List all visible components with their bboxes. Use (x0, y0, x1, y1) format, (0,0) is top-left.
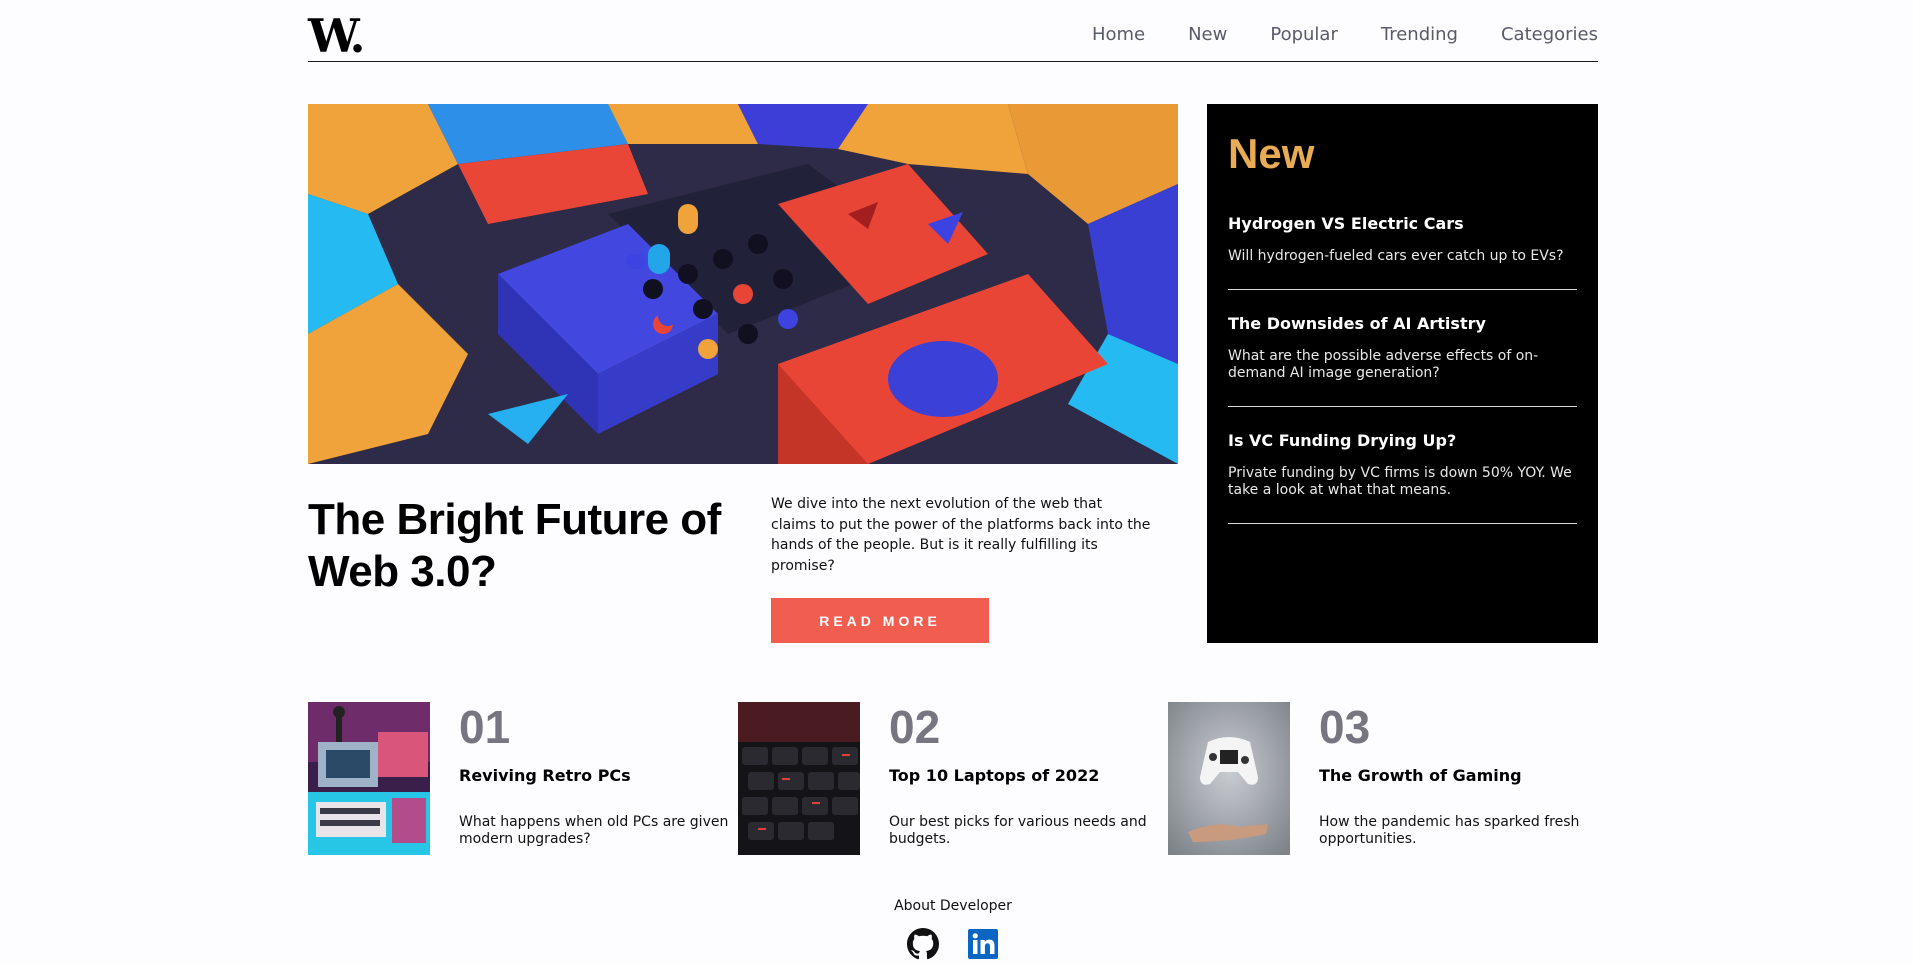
nav-new[interactable]: New (1188, 24, 1227, 45)
card-body: 01 Reviving Retro PCs What happens when … (459, 702, 738, 855)
site-header: W. Home New Popular Trending Categories (308, 0, 1598, 62)
card-number: 03 (1319, 701, 1371, 753)
github-icon[interactable] (907, 928, 939, 960)
new-item-text: Private funding by VC firms is down 50% … (1228, 465, 1572, 498)
new-panel: New Hydrogen VS Electric Cars Will hydro… (1207, 104, 1598, 643)
nav-trending[interactable]: Trending (1381, 24, 1458, 45)
article-card[interactable]: 02 Top 10 Laptops of 2022 Our best picks… (738, 702, 1168, 855)
card-number: 01 (459, 701, 511, 753)
new-item-text: Will hydrogen-fueled cars ever catch up … (1228, 248, 1564, 264)
laptop-keyboard-image (738, 702, 860, 855)
card-body: 02 Top 10 Laptops of 2022 Our best picks… (889, 702, 1168, 855)
new-item[interactable]: Is VC Funding Drying Up? Private funding… (1228, 431, 1577, 524)
article-card[interactable]: 03 The Growth of Gaming How the pandemic… (1168, 702, 1598, 855)
about-developer-label: About Developer (894, 898, 1012, 914)
card-description: How the pandemic has sparked fresh oppor… (1319, 814, 1580, 847)
page-wrapper: W. Home New Popular Trending Categories (308, 0, 1598, 960)
nav-popular[interactable]: Popular (1270, 24, 1338, 45)
card-body: 03 The Growth of Gaming How the pandemic… (1319, 702, 1598, 855)
hero-description: We dive into the next evolution of the w… (771, 496, 1151, 574)
article-card[interactable]: 01 Reviving Retro PCs What happens when … (308, 702, 738, 855)
hero-image (308, 104, 1178, 464)
site-logo[interactable]: W. (308, 13, 365, 59)
read-more-button[interactable]: READ MORE (771, 598, 989, 643)
linkedin-icon[interactable] (967, 928, 999, 960)
new-item[interactable]: The Downsides of AI Artistry What are th… (1228, 314, 1577, 407)
card-description: Our best picks for various needs and bud… (889, 814, 1147, 847)
card-title[interactable]: Top 10 Laptops of 2022 (889, 766, 1168, 786)
site-footer: About Developer (308, 898, 1598, 960)
social-links (308, 928, 1598, 960)
card-title[interactable]: Reviving Retro PCs (459, 766, 738, 786)
nav-home[interactable]: Home (1092, 24, 1145, 45)
card-title[interactable]: The Growth of Gaming (1319, 766, 1598, 786)
main-nav: Home New Popular Trending Categories (1092, 24, 1598, 45)
retro-pc-image (308, 702, 430, 855)
new-item[interactable]: Hydrogen VS Electric Cars Will hydrogen-… (1228, 214, 1577, 290)
new-item-title[interactable]: The Downsides of AI Artistry (1228, 314, 1577, 334)
new-item-title[interactable]: Hydrogen VS Electric Cars (1228, 214, 1577, 234)
new-panel-title: New (1228, 130, 1315, 177)
new-item-title[interactable]: Is VC Funding Drying Up? (1228, 431, 1577, 451)
card-number: 02 (889, 701, 941, 753)
new-item-text: What are the possible adverse effects of… (1228, 348, 1539, 381)
gamepad-image (1168, 702, 1290, 855)
card-description: What happens when old PCs are given mode… (459, 814, 729, 847)
nav-categories[interactable]: Categories (1501, 24, 1598, 45)
article-cards: 01 Reviving Retro PCs What happens when … (308, 702, 1598, 855)
hero-title: The Bright Future of Web 3.0? (308, 495, 721, 596)
